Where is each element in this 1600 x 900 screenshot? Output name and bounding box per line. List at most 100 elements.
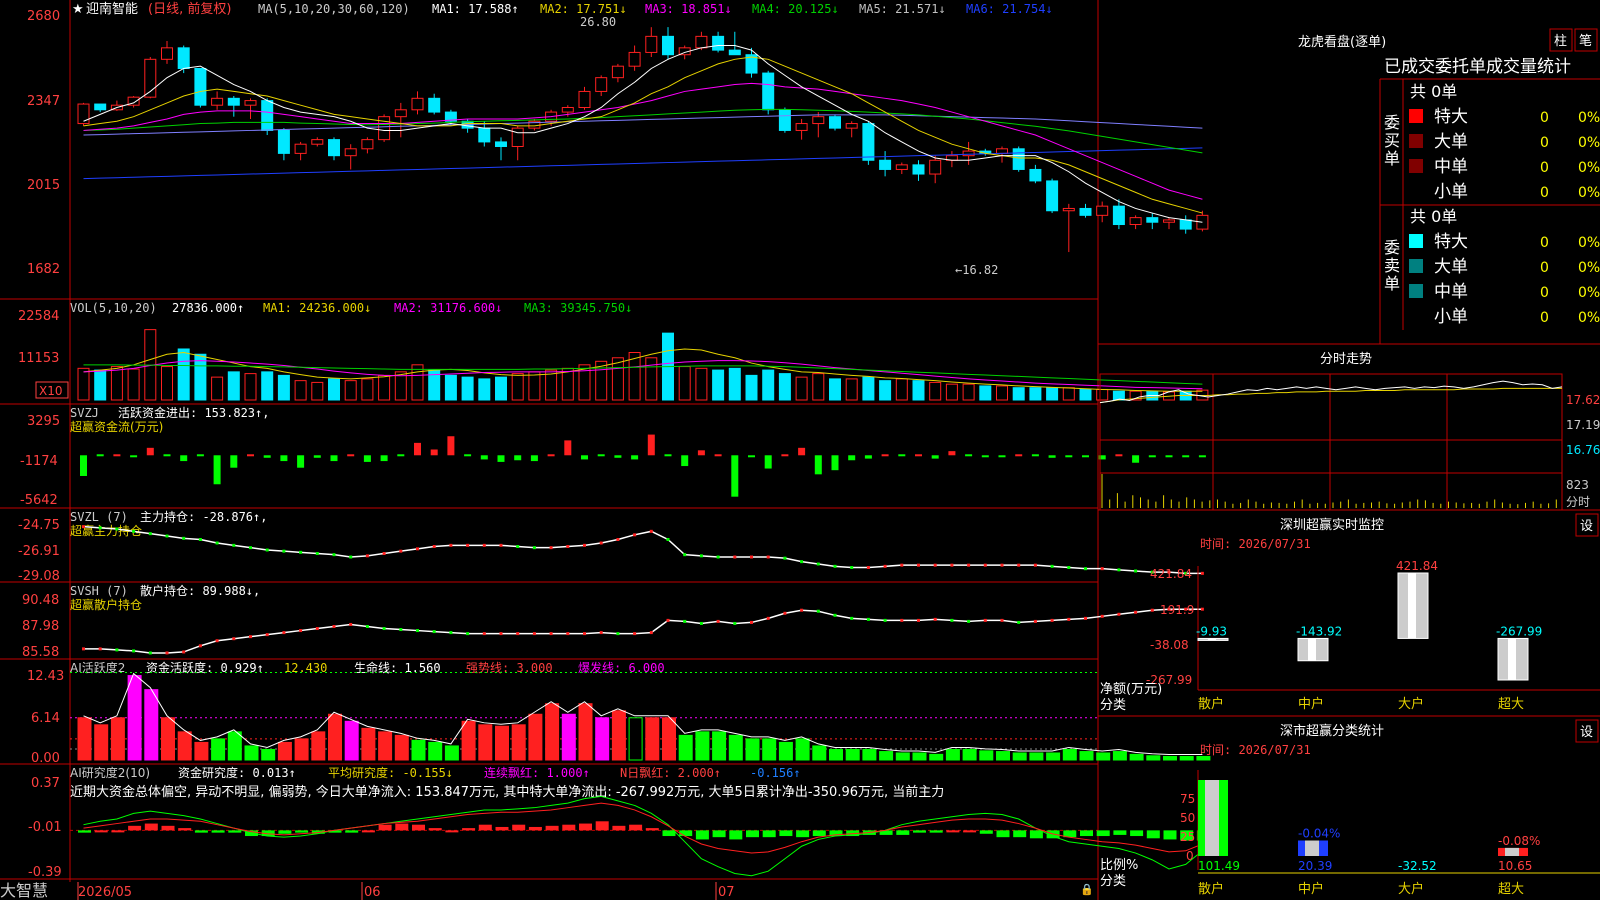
flow-bar [831,455,839,471]
ai-research-v2: 平均研究度: -0.155↓ [328,765,453,780]
y-tick: 16.76 [1566,443,1600,457]
flow-bar [748,455,755,458]
holding-point [750,620,753,624]
star-icon[interactable]: ★ [72,2,84,17]
monitor-value: 421.84 [1396,559,1438,573]
holding-point [82,525,85,529]
holding-point [800,608,804,612]
flow-bar [397,454,405,457]
volume-bar [444,374,457,401]
holding-point [566,545,570,548]
volume-bar [611,357,624,401]
row-pct: 0% [1578,110,1600,126]
flow-bar [814,455,822,475]
volume-bar [912,380,925,401]
monitor-value: -9.93 [1196,624,1227,638]
monitor-value: -267.99 [1496,624,1542,638]
class-chart: 101.49 散户 20.39 -0.04% 中户 -32.52 大户 10.65 -0.08%… [1197,770,1600,897]
ma4-line [83,108,1203,154]
volume-bar [361,378,374,401]
activity-bar [1112,751,1127,761]
holding-point [232,543,236,547]
candle [1096,205,1109,216]
class-time: 时间: 2026/07/31 [1200,743,1311,757]
candle [812,116,825,125]
holding-point [616,538,620,541]
volume-bar [778,373,791,401]
activity-bar [77,717,92,761]
holding-point [1084,616,1087,620]
holding-point [532,632,536,636]
lhb-tabs[interactable]: 已成交委托单成交量统计 [1384,57,1571,77]
volume-bar [227,371,240,401]
row-label: 中单 [1434,157,1468,177]
holding-point [850,616,854,620]
candle [728,49,741,56]
y-tick: -29.08 [18,569,60,584]
research-bar [228,830,242,833]
volume-bar [478,378,491,401]
class-value: -32.52 [1398,859,1437,873]
y-tick: -1174 [20,454,58,469]
candle [1079,207,1092,216]
svzj-label: 活跃资金进出: 153.823↑, [118,405,269,420]
flow-bar [1015,454,1023,457]
ai-research-v4: N日飘红: 2.000↑ [620,765,721,780]
lock-icon[interactable]: 🔒 [1080,883,1094,896]
flow-bar [96,454,104,457]
row-count: 0 [1540,160,1549,176]
research-bar [762,830,776,838]
volume-bar [728,367,741,401]
monitor-ylabel: 净额(万元) [1100,682,1162,697]
sell-header: 共 0单 [1410,207,1457,226]
volume-bar [1079,388,1092,401]
research-bar [979,830,993,834]
activity-bar [996,751,1010,761]
svsh-name: SVSH (7) [70,584,128,598]
candle [227,97,240,106]
research-bar [996,830,1010,838]
volume-bar [177,348,190,401]
holding-point [699,621,703,625]
research-bar [478,824,492,831]
candle [1146,217,1159,223]
holding-point [466,543,470,547]
sell-side-char: 卖 [1384,256,1400,275]
y-tick: 85.58 [22,645,59,660]
activity-line [83,672,1203,755]
holding-point [416,547,419,551]
holding-point [516,545,520,548]
activity-bar [1062,748,1077,761]
activity-bar [127,675,142,761]
monitor-xlabel: 分类 [1100,698,1126,713]
row-label: 中单 [1434,282,1468,302]
volume-bar [1012,387,1025,401]
flow-bar [464,454,472,457]
svzl-chart [82,525,1204,575]
y-tick: 1682 [27,262,60,277]
holding-point [1033,619,1037,623]
holding-point [349,622,353,626]
volume-bar [762,369,775,401]
flow-bar [180,455,188,462]
research-bar [929,830,943,833]
tick-mode-label: 笔 [1579,33,1592,49]
holding-point [1050,564,1054,568]
flow-bar [1115,454,1123,457]
class-value: 10.65 [1498,859,1532,873]
row-count: 0 [1540,260,1549,276]
volume-bar [495,376,507,401]
flow-bar [1048,455,1056,458]
legend-swatch [1409,259,1423,273]
flow-bar [564,440,572,456]
holding-point [833,564,837,568]
y-tick: 25 [1180,830,1195,844]
research-bar [946,830,960,833]
ma5-legend: MA5: 21.571↓ [859,2,946,16]
holding-point [733,555,737,559]
flow-bar [864,455,872,459]
ma-params: MA(5,10,20,30,60,120) [258,2,410,16]
flow-bar [1031,454,1039,457]
vol-ma1: MA1: 24236.000↓ [263,301,371,315]
research-bar [796,830,810,838]
